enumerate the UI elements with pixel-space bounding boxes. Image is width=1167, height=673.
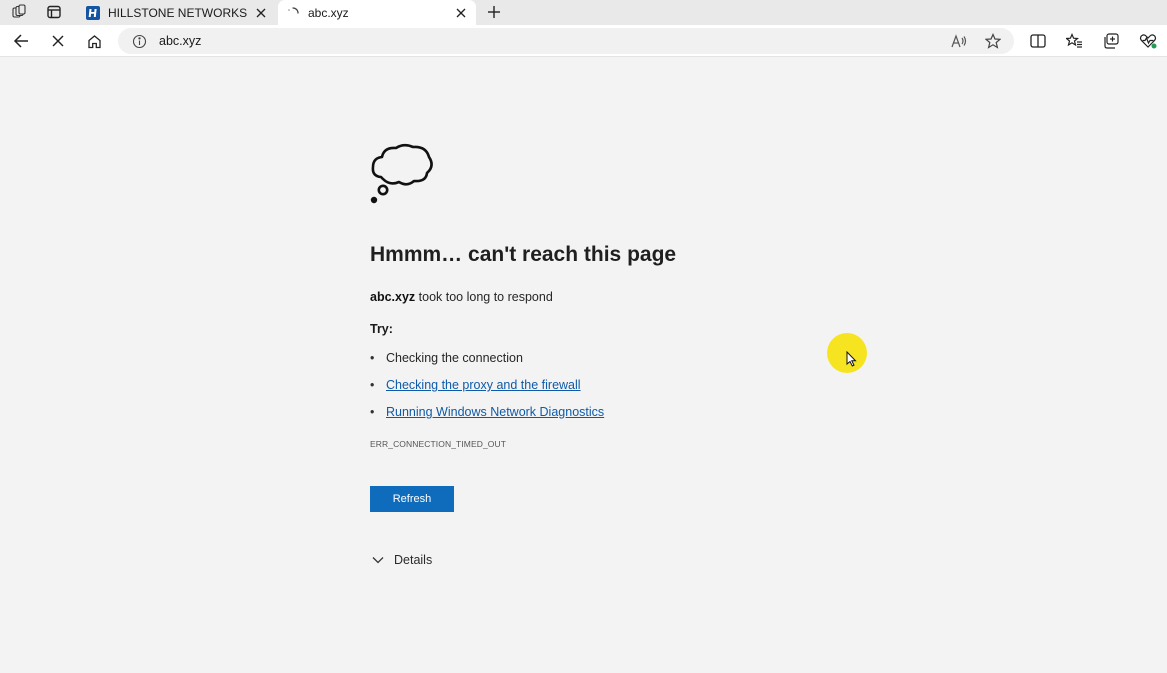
- bullet-dot: •: [370, 351, 375, 365]
- tab-abc[interactable]: abc.xyz: [278, 0, 476, 25]
- error-host: abc.xyz: [370, 290, 416, 304]
- close-tab-icon[interactable]: [452, 4, 470, 22]
- suggestion-text: Checking the connection: [386, 351, 523, 365]
- chevron-down-icon: [370, 553, 386, 567]
- toolbar: abc.xyz: [0, 25, 1167, 57]
- home-icon[interactable]: [81, 29, 107, 53]
- site-info-icon[interactable]: [130, 32, 148, 50]
- back-icon[interactable]: [8, 29, 34, 53]
- tab-strip: HILLSTONE NETWORKS abc.xyz: [0, 0, 1167, 25]
- favorite-star-icon[interactable]: [982, 31, 1004, 51]
- hillstone-favicon-icon: [86, 5, 100, 20]
- details-toggle[interactable]: Details: [370, 553, 432, 567]
- error-description: abc.xyz took too long to respond: [370, 290, 553, 304]
- loading-spinner-icon: [288, 6, 299, 14]
- tab-title: abc.xyz: [308, 5, 349, 20]
- bullet-dot: •: [370, 405, 375, 419]
- workspaces-icon[interactable]: [8, 2, 30, 22]
- read-aloud-icon[interactable]: [948, 31, 970, 51]
- details-label: Details: [394, 553, 433, 567]
- tab-hillstone[interactable]: HILLSTONE NETWORKS: [78, 0, 276, 25]
- tab-actions-icon[interactable]: [43, 2, 65, 22]
- proxy-firewall-link[interactable]: Checking the proxy and the firewall: [386, 378, 581, 392]
- close-tab-icon[interactable]: [252, 4, 270, 22]
- suggestion-item: • Checking the connection: [370, 351, 523, 365]
- address-bar[interactable]: abc.xyz: [118, 28, 1014, 54]
- split-screen-icon[interactable]: [1025, 29, 1051, 53]
- bullet-dot: •: [370, 378, 375, 392]
- refresh-button[interactable]: Refresh: [370, 486, 454, 512]
- new-tab-icon[interactable]: [483, 2, 505, 22]
- error-heading: Hmmm… can't reach this page: [370, 243, 677, 266]
- suggestion-item: • Checking the proxy and the firewall: [370, 378, 581, 392]
- try-label: Try:: [370, 322, 393, 336]
- collections-icon[interactable]: [1098, 29, 1124, 53]
- suggestion-item: • Running Windows Network Diagnostics: [370, 405, 604, 419]
- favorites-icon[interactable]: [1061, 29, 1087, 53]
- thought-cloud-icon: [370, 143, 433, 204]
- tab-title: HILLSTONE NETWORKS: [108, 5, 248, 20]
- error-code: ERR_CONNECTION_TIMED_OUT: [370, 439, 507, 449]
- network-diagnostics-link[interactable]: Running Windows Network Diagnostics: [386, 405, 604, 419]
- stop-loading-icon[interactable]: [45, 29, 71, 53]
- browser-essentials-icon[interactable]: [1135, 29, 1161, 53]
- error-reason: took too long to respond: [415, 290, 553, 304]
- page-content: [2, 58, 1165, 671]
- mouse-cursor-icon: [846, 351, 857, 367]
- address-url[interactable]: abc.xyz: [159, 34, 201, 48]
